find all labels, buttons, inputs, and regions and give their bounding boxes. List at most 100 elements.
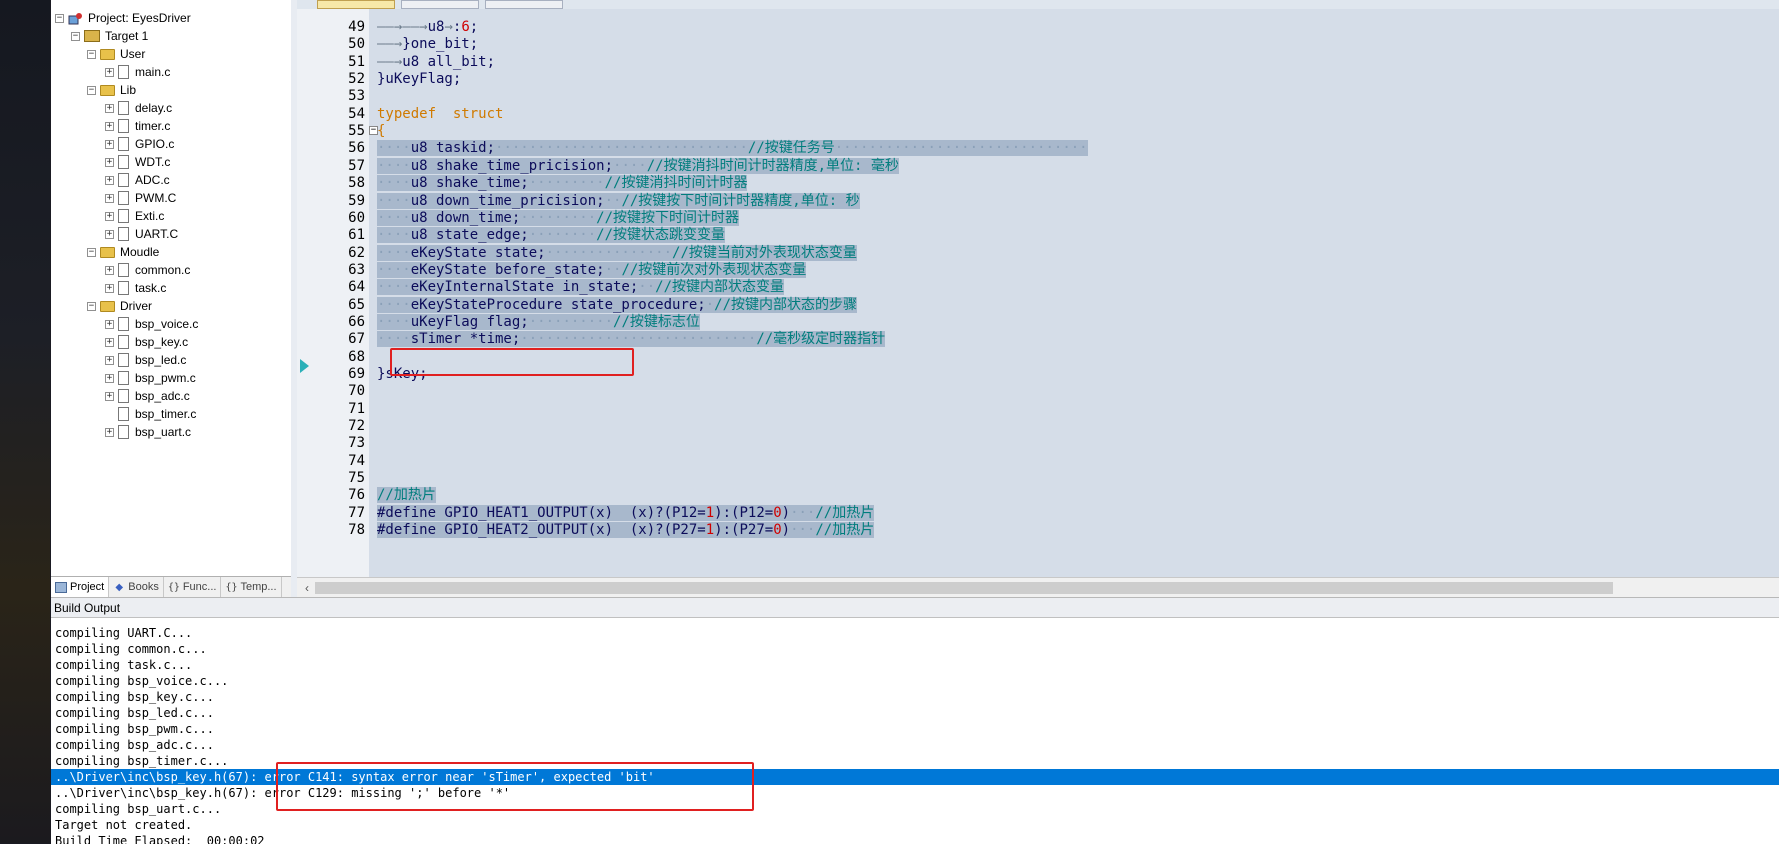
code-line[interactable]: ····uKeyFlag flag;··········//按键标志位 [377,313,700,332]
expand-icon[interactable]: + [105,193,114,203]
tree-file[interactable]: + bsp_uart.c [105,422,191,442]
code-line[interactable]: ····u8 down_time_pricision;··//按键按下时间计时器… [377,192,860,211]
output-line[interactable]: compiling common.c... [55,641,207,657]
output-line[interactable]: Target not created. [55,817,192,833]
line-number: 67 [348,331,365,348]
tree-group[interactable]: − Driver [87,296,152,316]
tab-books[interactable]: ◆ Books [109,577,164,597]
tree-file[interactable]: + bsp_voice.c [105,314,198,334]
horizontal-scrollbar[interactable]: ‹ [297,577,1779,598]
expand-icon[interactable]: + [105,175,114,185]
current-line-marker-icon [300,359,309,373]
code-line[interactable]: ····eKeyStateProcedure state_procedure;·… [377,296,858,315]
fold-collapse-icon[interactable]: − [369,126,378,135]
tree-group[interactable]: − Lib [87,80,136,100]
tree-file[interactable]: + bsp_adc.c [105,386,190,406]
tree-file[interactable]: + bsp_key.c [105,332,188,352]
code-line[interactable]: ····u8 taskid;··························… [377,139,1088,158]
tree-file[interactable]: + bsp_pwm.c [105,368,196,388]
code-line[interactable]: }uKeyFlag; [377,70,461,89]
code-line[interactable]: ····u8 state_edge;········//按键状态跳变变量 [377,226,726,245]
output-line[interactable]: compiling bsp_timer.c... [55,753,228,769]
folder-icon [100,48,115,60]
output-line[interactable]: Build Time Elapsed: 00:00:02 [55,833,265,844]
tree-file[interactable]: + Exti.c [105,206,164,226]
code-line[interactable]: ····eKeyInternalState in_state;··//按键内部状… [377,278,785,297]
expand-icon[interactable]: + [105,319,114,329]
code-line[interactable]: ····sTimer *time;·······················… [377,330,886,349]
expand-icon[interactable]: + [105,265,114,275]
tab-functions[interactable]: {} Func... [164,577,222,597]
tab-templates[interactable]: {} Temp... [221,577,282,597]
expand-icon[interactable]: + [105,121,114,131]
tree-file[interactable]: + main.c [105,62,170,82]
expand-icon[interactable]: + [105,337,114,347]
collapse-icon[interactable]: − [87,247,96,257]
code-line[interactable]: ····u8 shake_time_pricision;····//按键消抖时间… [377,157,899,176]
output-line[interactable]: compiling bsp_key.c... [55,689,214,705]
tree-group[interactable]: − User [87,44,145,64]
output-line[interactable]: compiling task.c... [55,657,192,673]
code-area[interactable]: ——→——→u8→:6; ——→}one_bit; ——→u8 all_bit;}u… [369,9,1779,577]
expand-icon[interactable]: + [105,139,114,149]
tree-file[interactable]: + bsp_led.c [105,350,186,370]
scroll-left-icon[interactable]: ‹ [299,580,315,596]
tree-file[interactable]: + PWM.C [105,188,176,208]
line-number: 70 [348,383,365,400]
expand-icon[interactable]: + [105,391,114,401]
file-icon [118,119,129,133]
output-line[interactable]: compiling UART.C... [55,625,192,641]
output-line[interactable]: compiling bsp_adc.c... [55,737,214,753]
code-line[interactable]: ——→——→u8→:6; [377,18,478,37]
expand-icon[interactable]: + [105,211,114,221]
tree-file[interactable]: + delay.c [105,98,172,118]
code-line[interactable]: { [377,122,385,141]
code-line[interactable]: #define GPIO_HEAT1_OUTPUT(x) (x)?(P12=1)… [377,504,875,523]
expand-icon[interactable]: + [105,373,114,383]
expand-icon[interactable]: + [105,229,114,239]
tree-group[interactable]: − Moudle [87,242,159,262]
tree-file[interactable]: + GPIO.c [105,134,174,154]
tree-file[interactable]: + common.c [105,260,190,280]
expand-icon[interactable]: + [105,355,114,365]
code-line[interactable]: //加热片 [377,486,436,505]
expand-icon[interactable]: + [105,427,114,437]
tree-project-root[interactable]: − Project: EyesDriver [55,8,191,28]
code-line[interactable]: #define GPIO_HEAT2_OUTPUT(x) (x)?(P27=1)… [377,521,875,540]
collapse-icon[interactable]: − [87,301,96,311]
code-line[interactable]: typedef struct [377,105,503,124]
tree-file[interactable]: bsp_timer.c [105,404,196,424]
collapse-icon[interactable]: − [71,31,80,41]
output-line[interactable]: compiling bsp_voice.c... [55,673,228,689]
tree-file[interactable]: + UART.C [105,224,178,244]
code-line[interactable]: ····u8 shake_time;·········//按键消抖时间计时器 [377,174,748,193]
desktop-background [0,0,50,843]
output-line[interactable]: compiling bsp_led.c... [55,705,214,721]
code-line[interactable]: ····u8 down_time;·········//按键按下时间计时器 [377,209,740,228]
expand-icon[interactable]: + [105,157,114,167]
output-line[interactable]: compiling bsp_uart.c... [55,801,221,817]
code-line[interactable]: ——→u8 all_bit; [377,53,495,72]
tree-target[interactable]: − Target 1 [71,26,148,46]
tree-file[interactable]: + task.c [105,278,166,298]
code-line[interactable]: ····eKeyState state;···············//按键当… [377,244,857,263]
editor-tab[interactable] [401,0,479,9]
collapse-icon[interactable]: − [87,49,96,59]
expand-icon[interactable]: + [105,283,114,293]
editor-tab[interactable] [317,0,395,9]
tree-file[interactable]: + ADC.c [105,170,170,190]
tree-file[interactable]: + timer.c [105,116,170,136]
expand-icon[interactable]: + [105,67,114,77]
line-number: 53 [348,88,365,105]
output-line[interactable]: compiling bsp_pwm.c... [55,721,214,737]
code-line[interactable]: ····eKeyState before_state;··//按键前次对外表现状… [377,261,807,280]
code-line[interactable]: ——→}one_bit; [377,35,478,54]
tab-project[interactable]: Project [51,577,110,597]
expand-icon[interactable]: + [105,103,114,113]
collapse-icon[interactable]: − [55,13,64,23]
collapse-icon[interactable]: − [87,85,96,95]
scrollbar-thumb[interactable] [315,582,1613,594]
tree-file[interactable]: + WDT.c [105,152,170,172]
editor-tab[interactable] [485,0,563,9]
line-number: 73 [348,435,365,452]
